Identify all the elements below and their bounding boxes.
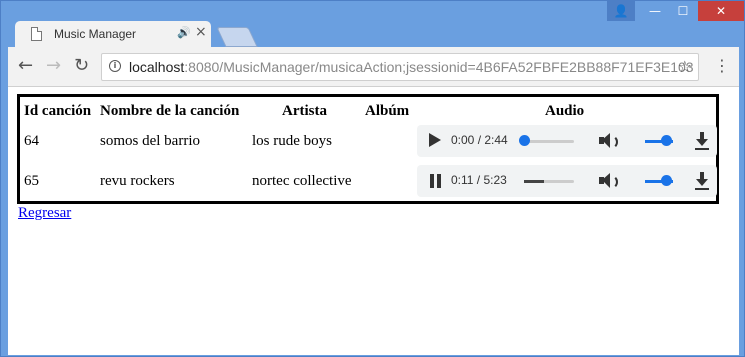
seek-bar[interactable] <box>524 180 574 183</box>
browser-toolbar: ← → ↻ i localhost:8080/MusicManager/musi… <box>8 47 739 87</box>
minimize-icon: — <box>649 4 661 18</box>
cell-name: somos del barrio <box>100 133 200 149</box>
maximize-icon: ☐ <box>677 4 689 18</box>
cell-id: 65 <box>24 173 39 189</box>
url-text[interactable]: localhost:8080/MusicManager/musicaAction… <box>129 59 694 75</box>
maximize-button[interactable]: ☐ <box>669 1 697 21</box>
tab-title: Music Manager <box>54 27 137 41</box>
header-audio: Audio <box>545 103 585 119</box>
header-album: Albúm <box>365 103 410 119</box>
tab-strip: Music Manager 🔊 × 👤 — ☐ ✕ <box>1 1 745 49</box>
address-bar[interactable]: i localhost:8080/MusicManager/musicaActi… <box>101 53 699 81</box>
url-host: localhost <box>129 59 185 75</box>
seek-bar[interactable] <box>524 140 574 143</box>
cell-name: revu rockers <box>100 173 175 189</box>
time-display: 0:00 / 2:44 <box>451 133 508 147</box>
music-table: Id canción Nombre de la canción Artista … <box>17 94 719 204</box>
user-profile-button[interactable]: 👤 <box>607 1 635 21</box>
audio-player[interactable]: 0:00 / 2:44 <box>417 125 717 157</box>
back-arrow-icon[interactable]: ← <box>18 56 33 76</box>
cell-artist: nortec collective <box>252 173 352 189</box>
page-content: Id canción Nombre de la canción Artista … <box>8 87 739 355</box>
tab-music-manager[interactable]: Music Manager 🔊 × <box>15 21 211 49</box>
forward-arrow-icon[interactable]: → <box>46 56 61 76</box>
download-icon[interactable] <box>695 132 709 150</box>
cell-artist: los rude boys <box>252 133 332 149</box>
audio-player[interactable]: 0:11 / 5:23 <box>417 165 717 197</box>
play-icon[interactable] <box>429 133 441 147</box>
close-tab-icon[interactable]: × <box>195 24 207 40</box>
menu-icon[interactable]: ⋮ <box>714 57 730 75</box>
header-id: Id canción <box>24 103 92 119</box>
back-link[interactable]: Regresar <box>18 205 71 222</box>
seek-progress <box>524 180 544 183</box>
cell-id: 64 <box>24 133 39 149</box>
user-icon: 👤 <box>613 4 629 18</box>
new-tab-button[interactable] <box>216 27 258 47</box>
download-icon[interactable] <box>695 172 709 190</box>
url-path: :8080/MusicManager/musicaAction;jsession… <box>184 59 694 75</box>
header-artist: Artista <box>282 103 327 119</box>
reload-icon[interactable]: ↻ <box>74 56 89 76</box>
pause-icon[interactable] <box>429 174 443 188</box>
volume-thumb[interactable] <box>661 135 672 146</box>
volume-thumb[interactable] <box>661 175 672 186</box>
speaker-icon[interactable]: 🔊 <box>177 26 191 39</box>
close-icon: ✕ <box>715 4 727 18</box>
minimize-button[interactable]: — <box>641 1 669 21</box>
seek-thumb[interactable] <box>519 135 530 146</box>
volume-icon[interactable] <box>599 173 619 189</box>
page-icon <box>31 27 42 41</box>
volume-icon[interactable] <box>599 133 619 149</box>
bookmark-star-icon[interactable]: ☆ <box>678 57 692 76</box>
browser-window: Music Manager 🔊 × 👤 — ☐ ✕ ← → ↻ i localh… <box>0 0 745 357</box>
time-display: 0:11 / 5:23 <box>451 173 507 187</box>
close-window-button[interactable]: ✕ <box>698 1 744 21</box>
info-icon[interactable]: i <box>109 60 121 72</box>
header-name: Nombre de la canción <box>100 103 240 119</box>
